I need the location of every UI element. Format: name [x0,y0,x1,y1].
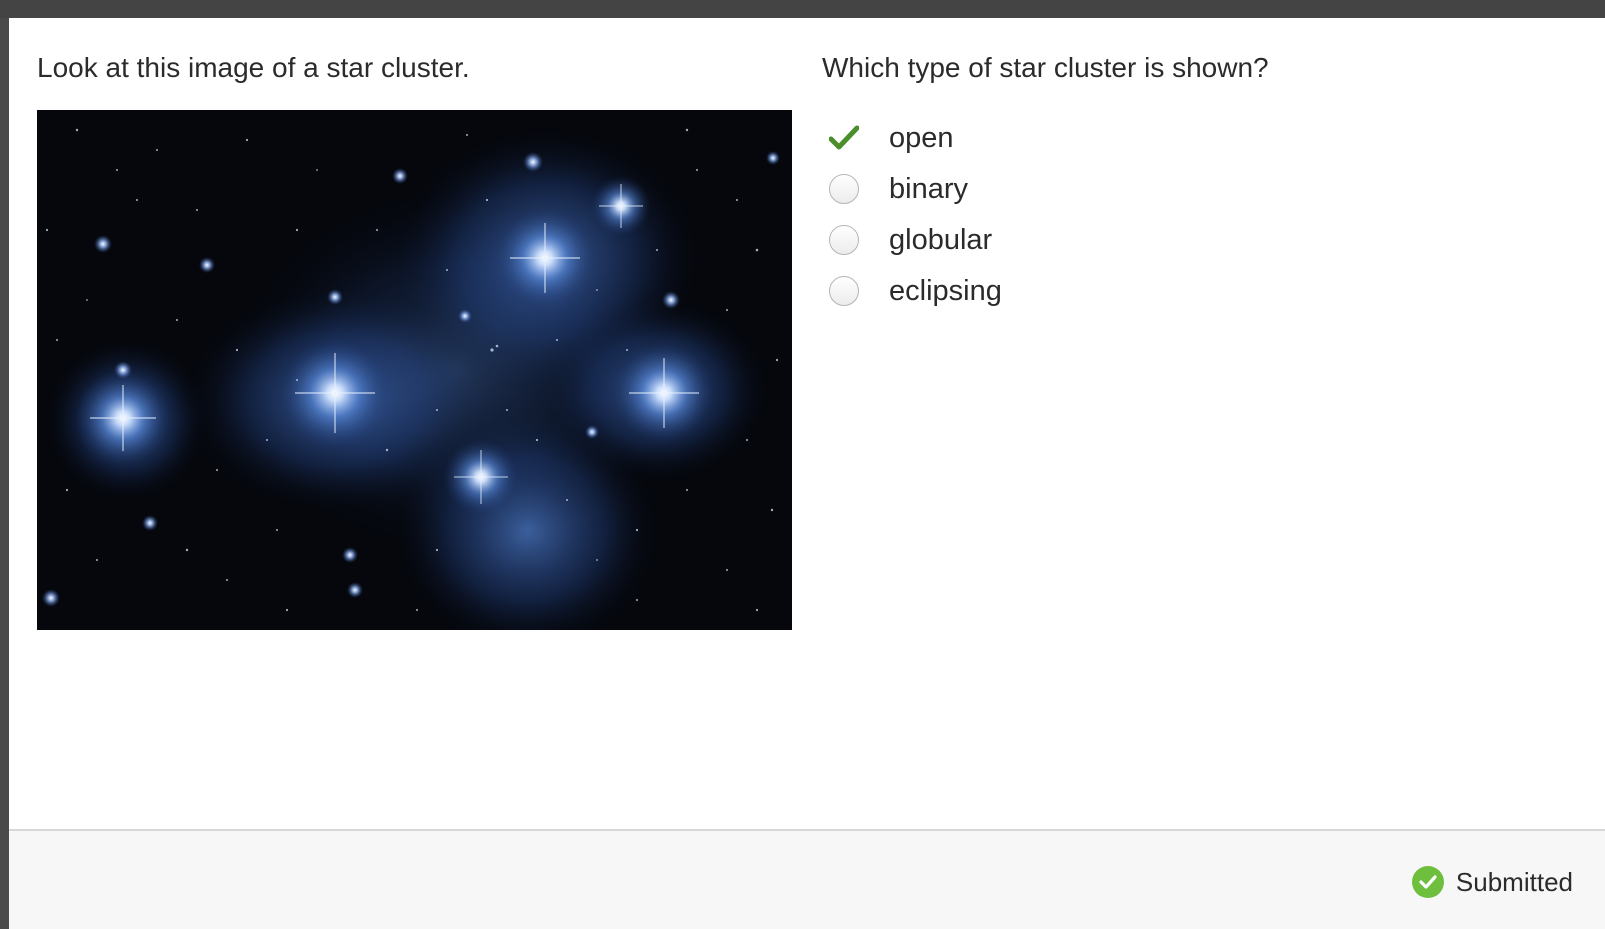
radio-button[interactable] [827,274,861,308]
status-label: Submitted [1455,866,1573,897]
option-binary[interactable]: binary [827,169,1227,209]
radio-button[interactable] [827,172,861,206]
window-top-bar [0,0,1605,18]
option-label: open [889,121,954,154]
star-cluster-image [37,110,792,630]
stimulus-text: Look at this image of a star cluster. [37,52,470,83]
window-left-edge [0,18,9,929]
submission-status: Submitted [1411,866,1573,898]
option-label: eclipsing [889,274,1002,307]
question-prompt: Which type of star cluster is shown? [822,52,1269,83]
option-eclipsing[interactable]: eclipsing [827,271,1227,311]
option-globular[interactable]: globular [827,220,1227,260]
check-circle-icon [1411,866,1444,898]
option-open[interactable]: open [827,118,1227,158]
option-label: binary [889,172,968,205]
radio-button[interactable] [827,223,861,257]
footer-bar: Submitted [9,829,1605,929]
checkmark-icon [827,121,861,155]
option-label: globular [889,223,993,256]
question-panel: Look at this image of a star cluster. Wh… [9,18,1605,830]
